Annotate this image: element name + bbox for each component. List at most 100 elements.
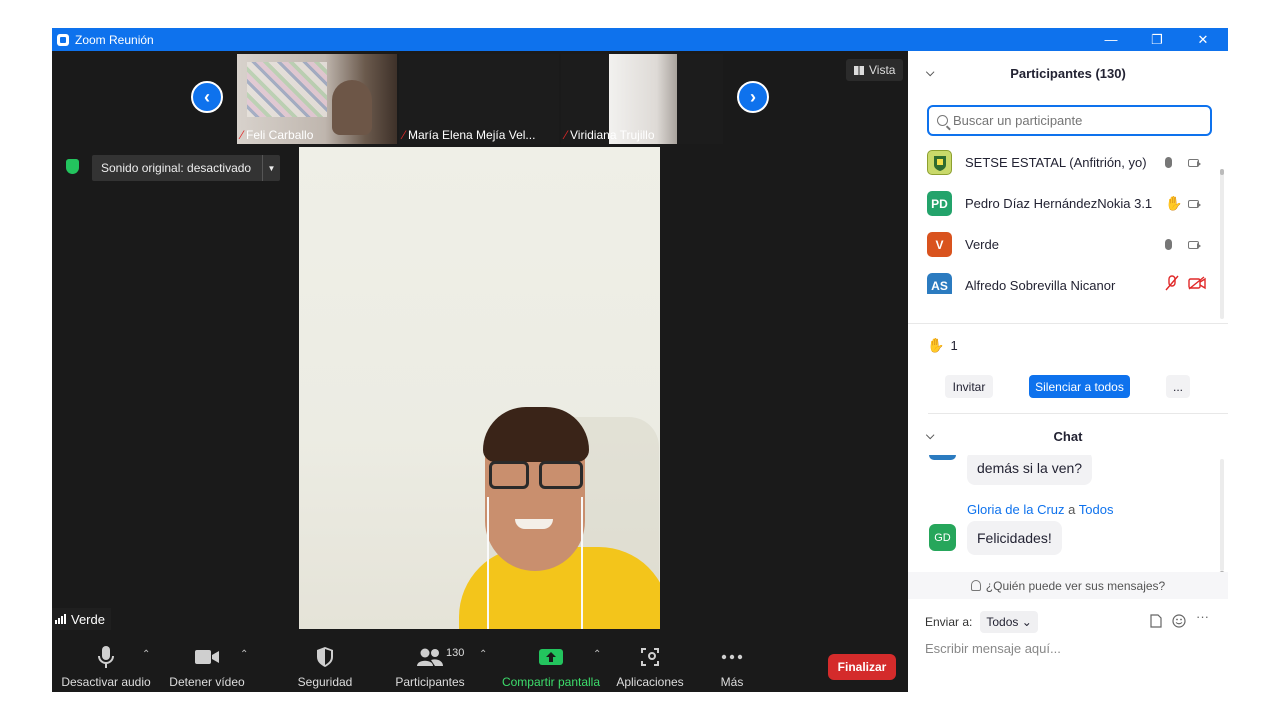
previous-sender-avatar	[929, 455, 956, 460]
speaker-hair	[483, 407, 589, 462]
stop-video-label: Detener vídeo	[169, 675, 245, 689]
emoji-icon[interactable]	[1172, 614, 1186, 631]
camera-icon[interactable]	[1188, 158, 1201, 167]
chat-header: ⌵ Chat	[908, 421, 1228, 451]
glasses-left	[489, 461, 529, 489]
prev-page-arrow-icon[interactable]: ‹	[191, 81, 223, 113]
share-screen-icon	[538, 645, 564, 669]
speaker-smile	[515, 519, 553, 529]
video-area: ‹ ⁄ Feli Carballo ⁄ María Elena Mejía Ve…	[52, 51, 908, 635]
zoom-window: Zoom Reunión — ❐ ✕ ‹ ⁄ Feli Carballo ⁄ M…	[52, 28, 1228, 692]
chat-bubble: demás si la ven?	[967, 455, 1093, 485]
participant-row[interactable]: V Verde	[908, 224, 1220, 265]
chat-message-input[interactable]: Escribir mensaje aquí...	[925, 641, 1061, 656]
audio-options-caret-icon[interactable]: ⌃	[142, 649, 150, 660]
share-screen-button[interactable]: Compartir pantalla	[500, 645, 602, 689]
speaker-name-tag: Verde	[52, 608, 111, 630]
view-button-label: Vista	[869, 63, 896, 77]
participant-figure	[332, 80, 372, 135]
meeting-toolbar: Desactivar audio ⌃ Detener vídeo ⌃ Segur…	[52, 635, 908, 692]
side-panel: ⌵ Participantes (130) SETSE ESTATAL (Anf…	[908, 51, 1228, 692]
participant-row[interactable]: SETSE ESTATAL (Anfitrión, yo)	[908, 142, 1220, 183]
share-screen-label: Compartir pantalla	[501, 675, 601, 689]
microphone-icon[interactable]	[1165, 157, 1172, 168]
more-label: Más	[720, 675, 744, 689]
participant-name: Alfredo Sobrevilla Nicanor	[965, 278, 1116, 293]
camera-off-icon[interactable]	[1188, 276, 1206, 294]
participants-scrollbar[interactable]	[1220, 169, 1224, 319]
mute-audio-label: Desactivar audio	[61, 675, 151, 689]
minimize-button[interactable]: —	[1088, 28, 1134, 51]
video-options-caret-icon[interactable]: ⌃	[240, 649, 248, 660]
close-button[interactable]: ✕	[1180, 28, 1226, 51]
chat-scrollbar[interactable]	[1219, 459, 1225, 577]
dropdown-caret-icon[interactable]: ▼	[262, 155, 280, 181]
title-bar: Zoom Reunión — ❐ ✕	[52, 28, 1228, 51]
send-to-dropdown[interactable]: Todos ⌄	[980, 611, 1038, 633]
participants-header: ⌵ Participantes (130)	[908, 51, 1228, 95]
video-thumbnail[interactable]: ⁄ Viridiana Trujillo	[561, 54, 723, 144]
chat-sender-name[interactable]: Gloria de la Cruz	[967, 502, 1065, 517]
chat-recipient[interactable]: Todos	[1079, 502, 1114, 517]
participant-name: Verde	[965, 237, 999, 252]
participant-search[interactable]	[927, 105, 1212, 136]
apps-button[interactable]: Aplicaciones	[614, 645, 686, 689]
invite-button[interactable]: Invitar	[945, 375, 993, 398]
mute-audio-button[interactable]: Desactivar audio	[61, 645, 151, 689]
participant-search-input[interactable]	[953, 113, 1193, 128]
thumbnail-name: María Elena Mejía Vel...	[408, 128, 536, 142]
original-sound-button[interactable]: Sonido original: desactivado ▼	[92, 155, 280, 181]
participant-name: SETSE ESTATAL (Anfitrión, yo)	[965, 155, 1147, 170]
earphone-cable-right	[581, 497, 583, 629]
file-icon[interactable]	[1150, 614, 1162, 631]
muted-mic-icon: ⁄	[241, 128, 244, 142]
signal-strength-icon	[55, 614, 66, 624]
participant-row[interactable]: AS Alfredo Sobrevilla Nicanor	[908, 265, 1220, 294]
participants-options-caret-icon[interactable]: ⌃	[479, 649, 487, 660]
window-title: Zoom Reunión	[75, 32, 154, 47]
encryption-shield-icon	[66, 159, 79, 174]
original-sound-label: Sonido original: desactivado	[101, 161, 252, 175]
participant-logo-avatar	[927, 150, 952, 175]
next-page-arrow-icon[interactable]: ›	[737, 81, 769, 113]
end-meeting-button[interactable]: Finalizar	[828, 654, 896, 680]
more-chat-options-icon[interactable]: ···	[1196, 609, 1209, 624]
muted-mic-icon: ⁄	[565, 128, 568, 142]
microphone-icon[interactable]	[1165, 239, 1172, 250]
security-button[interactable]: Seguridad	[294, 645, 356, 689]
chat-title: Chat	[1053, 428, 1083, 444]
thumbnail-label: ⁄ María Elena Mejía Vel...	[403, 128, 535, 142]
thumbnail-name: Feli Carballo	[246, 128, 314, 142]
chat-sender-line: Gloria de la Cruz a Todos	[967, 502, 1114, 517]
view-button[interactable]: Vista	[846, 59, 904, 81]
background-decoration	[247, 62, 327, 117]
video-thumbnail[interactable]: ⁄ María Elena Mejía Vel...	[399, 54, 559, 144]
camera-icon[interactable]	[1188, 199, 1201, 208]
participants-icon	[417, 645, 443, 669]
camera-icon[interactable]	[1188, 240, 1201, 249]
participant-row[interactable]: PD Pedro Díaz HernándezNokia 3.1 ✋	[908, 183, 1220, 224]
raised-hand-icon[interactable]: ✋	[1165, 195, 1182, 212]
collapse-chat-chevron-icon[interactable]: ⌵	[926, 430, 934, 443]
earphone-cable-left	[487, 497, 489, 629]
muted-microphone-icon[interactable]	[1165, 275, 1179, 294]
grid-view-icon	[854, 65, 864, 75]
who-can-see-messages[interactable]: ¿Quién puede ver sus mensajes?	[908, 572, 1228, 599]
stop-video-button[interactable]: Detener vídeo	[168, 645, 246, 689]
video-thumbnail[interactable]: ⁄ Feli Carballo	[237, 54, 397, 144]
thumbnail-name: Viridiana Trujillo	[570, 128, 655, 142]
mute-all-button[interactable]: Silenciar a todos	[1029, 375, 1130, 398]
participant-name: Pedro Díaz HernándezNokia 3.1	[965, 196, 1153, 211]
chat-sender-avatar: GD	[929, 524, 956, 551]
share-options-caret-icon[interactable]: ⌃	[593, 649, 601, 660]
apps-label: Aplicaciones	[616, 675, 684, 689]
collapse-participants-chevron-icon[interactable]: ⌵	[926, 67, 934, 80]
participant-list: SETSE ESTATAL (Anfitrión, yo) PD Pedro D…	[908, 142, 1220, 294]
more-options-button[interactable]: ...	[1166, 375, 1190, 398]
raised-hand-icon: ✋	[927, 337, 945, 353]
thumbnail-label: ⁄ Feli Carballo	[241, 128, 313, 142]
participants-title: Participantes (130)	[1010, 65, 1126, 81]
glasses-right	[539, 461, 583, 489]
restore-button[interactable]: ❐	[1134, 28, 1180, 51]
more-button[interactable]: Más	[712, 645, 752, 689]
